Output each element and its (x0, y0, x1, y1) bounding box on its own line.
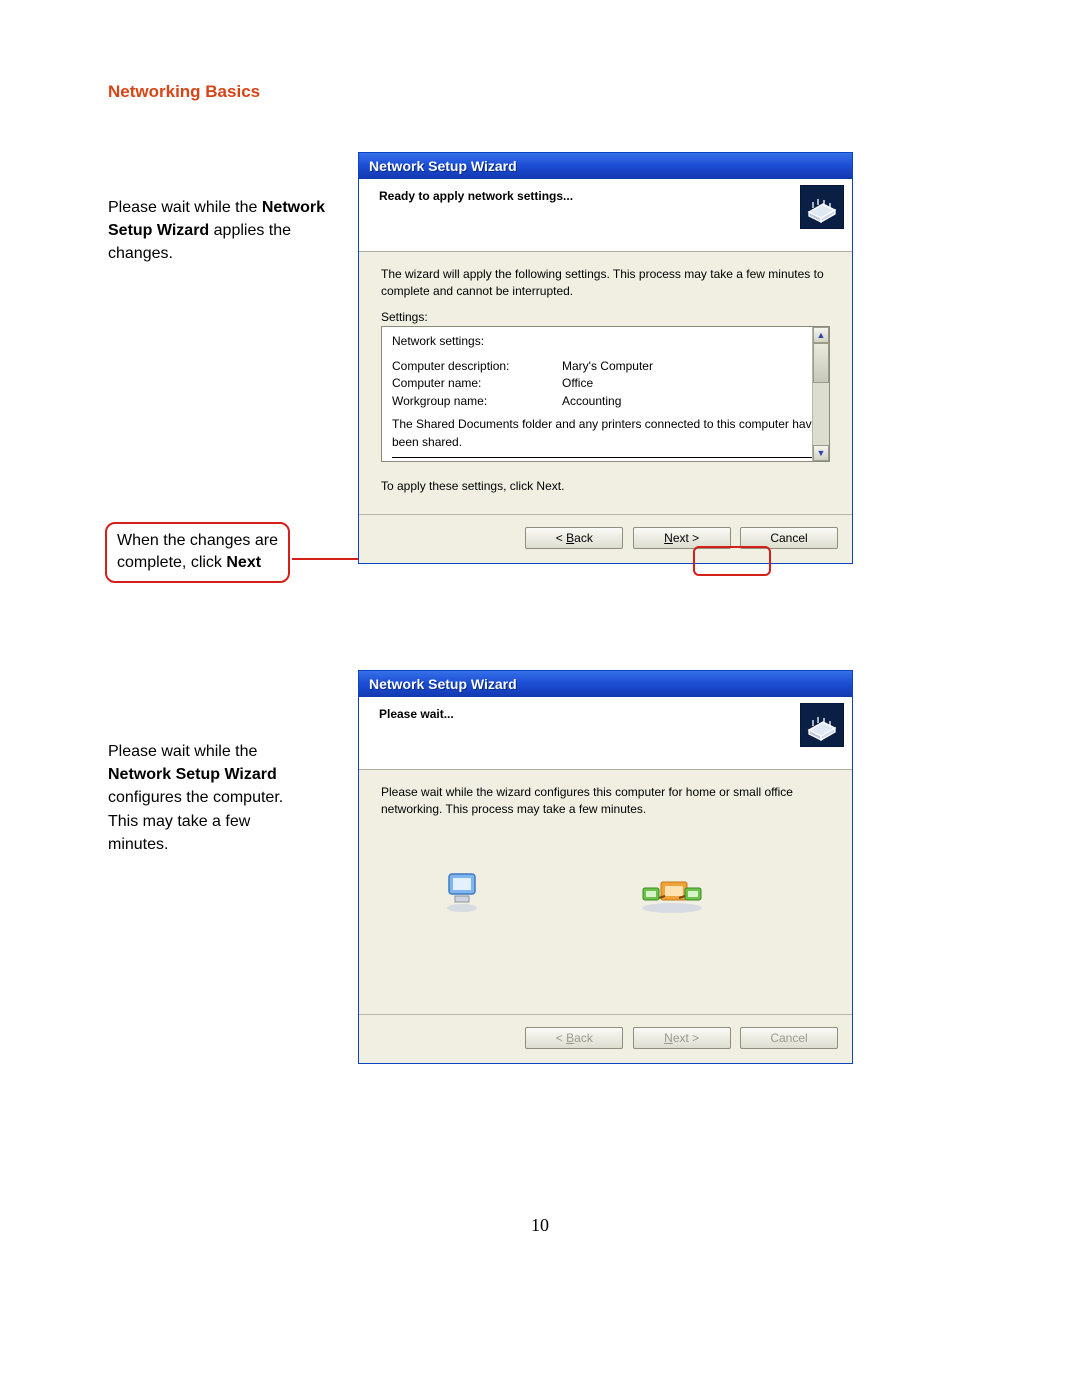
settings-content: Network settings: Computer description: … (382, 327, 829, 462)
settings-key: Computer description: (392, 358, 562, 375)
cancel-button: Cancel (740, 1027, 838, 1049)
settings-val: Mary's Computer (562, 358, 653, 375)
scroll-up-button[interactable]: ▲ (813, 327, 829, 343)
wizard-body: The wizard will apply the following sett… (359, 252, 852, 514)
wizard-body-para: Please wait while the wizard configures … (381, 784, 830, 818)
wizard-titlebar: Network Setup Wizard (359, 671, 852, 697)
apply-hint: To apply these settings, click Next. (381, 478, 830, 495)
side-note-1: Please wait while the Network Setup Wiza… (108, 196, 348, 266)
network-icon (637, 868, 707, 914)
settings-shared-line: The Shared Documents folder and any prin… (392, 416, 819, 451)
settings-val: Office (562, 375, 593, 392)
next-button[interactable]: Next > (633, 527, 731, 549)
text: Please wait while the (108, 743, 257, 760)
wizard-2: Network Setup Wizard Please wait... Plea… (358, 670, 853, 1064)
callout-line2-prefix: complete, click (117, 554, 226, 571)
wizard-header-title: Please wait... (379, 707, 840, 721)
wizard-header-title: Ready to apply network settings... (379, 189, 840, 203)
document-page: Networking Basics Please wait while the … (0, 0, 1080, 1397)
settings-val: Accounting (562, 393, 621, 410)
wizard-body: Please wait while the wizard configures … (359, 770, 852, 1014)
text-bold: Network Setup Wizard (108, 766, 277, 783)
settings-row: Computer description: Mary's Computer (392, 358, 819, 375)
callout-box: When the changes are complete, click Nex… (105, 522, 290, 583)
settings-listbox[interactable]: Network settings: Computer description: … (381, 326, 830, 462)
callout-line2-bold: Next (226, 554, 261, 571)
side-note-2: Please wait while the Network Setup Wiza… (108, 740, 348, 856)
cancel-button[interactable]: Cancel (740, 527, 838, 549)
progress-icons (381, 868, 830, 914)
wizard-footer: < Back Next > Cancel (359, 515, 852, 563)
settings-row: Workgroup name: Accounting (392, 393, 819, 410)
wizard-footer: < Back Next > Cancel (359, 1015, 852, 1063)
wizard-header: Ready to apply network settings... (359, 179, 852, 252)
section-title: Networking Basics (108, 82, 260, 102)
settings-key: Workgroup name: (392, 393, 562, 410)
settings-key: Computer name: (392, 375, 562, 392)
text: configures the computer. (108, 789, 283, 806)
text: minutes. (108, 836, 168, 853)
text: This may take a few (108, 813, 250, 830)
computer-icon (441, 868, 487, 914)
page-number: 10 (0, 1215, 1080, 1236)
scroll-down-button[interactable]: ▼ (813, 445, 829, 461)
next-button: Next > (633, 1027, 731, 1049)
wizard-body-para: The wizard will apply the following sett… (381, 266, 830, 300)
back-button: < Back (525, 1027, 623, 1049)
network-router-icon (800, 703, 844, 747)
callout-line1: When the changes are (117, 532, 278, 549)
network-router-icon (800, 185, 844, 229)
text: Please wait while the (108, 199, 262, 216)
scrollbar[interactable]: ▲ ▼ (812, 327, 829, 461)
settings-label: Settings: (381, 310, 830, 324)
wizard-1: Network Setup Wizard Ready to apply netw… (358, 152, 853, 564)
back-button[interactable]: < Back (525, 527, 623, 549)
wizard-titlebar: Network Setup Wizard (359, 153, 852, 179)
settings-row: Computer name: Office (392, 375, 819, 392)
wizard-header: Please wait... (359, 697, 852, 770)
settings-heading: Network settings: (392, 333, 819, 350)
scroll-thumb[interactable] (813, 343, 829, 383)
